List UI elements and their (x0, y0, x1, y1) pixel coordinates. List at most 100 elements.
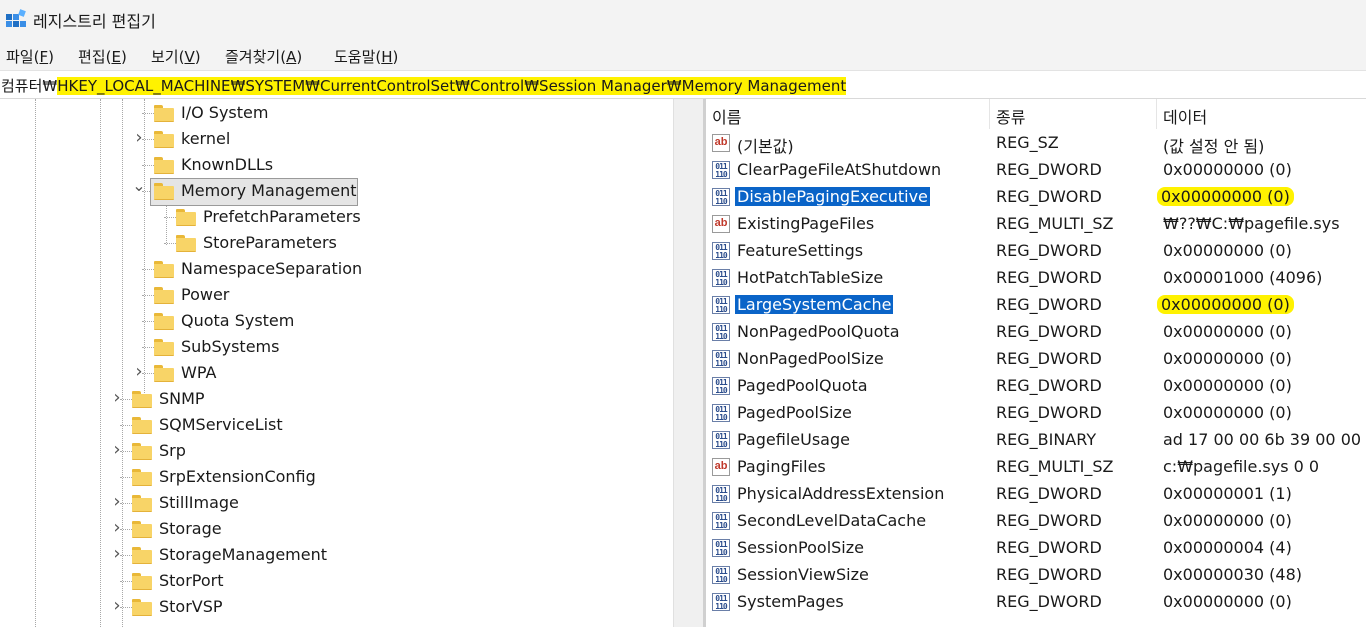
tree-item-label: SrpExtensionConfig (159, 467, 316, 486)
tree-item[interactable]: › WPA (135, 361, 454, 387)
tree-item[interactable]: I/O System (142, 101, 454, 127)
value-type: REG_MULTI_SZ (996, 457, 1114, 476)
folder-icon (154, 183, 174, 200)
menu-help[interactable]: 도움말(H) (334, 46, 398, 67)
column-header-data[interactable]: 데이터 (1157, 99, 1366, 129)
folder-icon (132, 547, 152, 564)
collapse-chevron-icon[interactable]: ⌄ (132, 176, 146, 195)
value-data-text: c:₩pagefile.sys 0 0 (1163, 457, 1320, 476)
value-type: REG_DWORD (996, 484, 1102, 503)
string-value-icon: ab (712, 458, 730, 476)
value-data: 0x00000030 (48) (1163, 565, 1302, 584)
tree-item[interactable]: PrefetchParameters (164, 205, 476, 231)
value-name: ClearPageFileAtShutdown (737, 160, 942, 179)
tree-item[interactable]: › StillImage (113, 491, 432, 517)
registry-value-row[interactable]: 011 110 PagedPoolQuota REG_DWORD 0x00000000 … (706, 373, 1366, 400)
menu-favorites[interactable]: 즐겨찾기(A) (225, 46, 302, 67)
tree-item[interactable]: SrpExtensionConfig (120, 465, 432, 491)
address-bar[interactable]: 컴퓨터₩HKEY_LOCAL_MACHINE₩SYSTEM₩CurrentCon… (0, 71, 1366, 99)
value-name: NonPagedPoolSize (737, 349, 884, 368)
registry-value-row[interactable]: ab (기본값) REG_SZ (값 설정 안 됨) (706, 130, 1366, 157)
tree-item[interactable]: › Srp (113, 439, 432, 465)
registry-value-row[interactable]: 011 110 SessionViewSize REG_DWORD 0x00000030… (706, 562, 1366, 589)
value-name: PhysicalAddressExtension (737, 484, 945, 503)
expand-chevron-icon[interactable]: › (110, 595, 124, 616)
folder-icon (132, 391, 152, 408)
expand-chevron-icon[interactable]: › (110, 517, 124, 538)
value-data: c:₩pagefile.sys 0 0 (1163, 457, 1319, 476)
expand-chevron-icon[interactable]: › (110, 543, 124, 564)
value-type: REG_DWORD (996, 322, 1102, 341)
value-data-text: ₩??₩C:₩pagefile.sys (1163, 214, 1340, 233)
value-type: REG_DWORD (996, 511, 1102, 530)
registry-value-row[interactable]: 011 110 HotPatchTableSize REG_DWORD 0x000010… (706, 265, 1366, 292)
menu-view[interactable]: 보기(V) (151, 46, 201, 67)
tree-scrollbar[interactable] (673, 99, 704, 627)
tree-item[interactable]: SQMServiceList (120, 413, 432, 439)
registry-value-row[interactable]: 011 110 SessionPoolSize REG_DWORD 0x00000004… (706, 535, 1366, 562)
value-data: (값 설정 안 됨) (1163, 133, 1264, 157)
tree-item-label: KnownDLLs (181, 155, 274, 174)
tree-item-label: SQMServiceList (159, 415, 283, 434)
registry-value-row[interactable]: ab ExistingPageFiles REG_MULTI_SZ ₩??₩C:₩pa… (706, 211, 1366, 238)
dword-value-icon: 011 110 (712, 296, 730, 314)
expand-chevron-icon[interactable]: › (110, 387, 124, 408)
folder-icon (132, 495, 152, 512)
value-data: ₩??₩C:₩pagefile.sys (1163, 214, 1340, 233)
registry-value-row[interactable]: 011 110 DisablePagingExecutive REG_DWORD 0x0… (706, 184, 1366, 211)
string-value-icon: ab (712, 215, 730, 233)
value-data: 0x00000000 (0) (1163, 160, 1292, 179)
expand-chevron-icon[interactable]: › (132, 127, 146, 148)
address-path[interactable]: 컴퓨터₩HKEY_LOCAL_MACHINE₩SYSTEM₩CurrentCon… (1, 75, 847, 96)
value-data-text: 0x00000000 (0) (1163, 592, 1292, 611)
value-name: LargeSystemCache (733, 294, 895, 315)
tree-item[interactable]: › Storage (113, 517, 432, 543)
registry-value-row[interactable]: 011 110 SecondLevelDataCache REG_DWORD 0x000… (706, 508, 1366, 535)
expand-chevron-icon[interactable]: › (110, 439, 124, 460)
registry-value-row[interactable]: 011 110 NonPagedPoolSize REG_DWORD 0x0000000… (706, 346, 1366, 373)
menu-file[interactable]: 파일(F) (6, 46, 54, 67)
tree-item[interactable]: StorPort (120, 569, 432, 595)
menu-edit[interactable]: 편집(E) (78, 46, 127, 67)
value-name: SecondLevelDataCache (737, 511, 927, 530)
registry-value-row[interactable]: 011 110 NonPagedPoolQuota REG_DWORD 0x000000… (706, 319, 1366, 346)
tree-item-label: Memory Management (181, 181, 357, 200)
tree-item[interactable]: KnownDLLs (142, 153, 454, 179)
expand-chevron-icon[interactable]: › (132, 361, 146, 382)
dword-value-icon: 011 110 (712, 377, 730, 395)
tree-item[interactable]: › StorageManagement (113, 543, 432, 569)
dword-value-icon: 011 110 (712, 269, 730, 287)
tree-item[interactable]: › kernel (135, 127, 454, 153)
folder-icon (154, 157, 174, 174)
column-header-type[interactable]: 종류 (990, 99, 1157, 129)
value-data: 0x00000000 (0) (1157, 187, 1294, 206)
column-header-name[interactable]: 이름 (706, 99, 990, 129)
registry-value-row[interactable]: 011 110 ClearPageFileAtShutdown REG_DWORD 0x… (706, 157, 1366, 184)
values-list-pane[interactable]: 이름 종류 데이터 ab (기본값) REG_SZ (값 설정 안 됨) 011 110 C… (706, 99, 1366, 627)
value-data-text: 0x00000000 (0) (1163, 511, 1292, 530)
tree-item[interactable]: Quota System (142, 309, 454, 335)
registry-value-row[interactable]: ab PagingFiles REG_MULTI_SZ c:₩pagefile.sys… (706, 454, 1366, 481)
tree-item[interactable]: › SNMP (113, 387, 432, 413)
value-data-text: 0x00000001 (1) (1163, 484, 1292, 503)
registry-value-row[interactable]: 011 110 FeatureSettings REG_DWORD 0x00000000… (706, 238, 1366, 265)
registry-value-row[interactable]: 011 110 PagefileUsage REG_BINARY ad 17 00 00… (706, 427, 1366, 454)
value-data-text: (값 설정 안 됨) (1163, 137, 1265, 156)
value-data-text: 0x00000000 (0) (1163, 376, 1292, 395)
folder-icon (154, 313, 174, 330)
tree-item[interactable]: Power (142, 283, 454, 309)
value-data: 0x00000000 (0) (1163, 511, 1292, 530)
value-data: 0x00000004 (4) (1163, 538, 1292, 557)
tree-item[interactable]: NamespaceSeparation (142, 257, 454, 283)
tree-item[interactable]: ⌄ Memory Management (132, 176, 454, 206)
registry-value-row[interactable]: 011 110 LargeSystemCache REG_DWORD 0x0000000… (706, 292, 1366, 319)
tree-item[interactable]: › StorVSP (113, 595, 432, 621)
tree-item[interactable]: StoreParameters (164, 231, 476, 257)
expand-chevron-icon[interactable]: › (110, 491, 124, 512)
value-data-text: 0x00000000 (0) (1157, 187, 1294, 206)
value-data-text: ad 17 00 00 6b 39 00 00 5 (1163, 430, 1366, 449)
registry-value-row[interactable]: 011 110 SystemPages REG_DWORD 0x00000000 (0) (706, 589, 1366, 616)
tree-item[interactable]: SubSystems (142, 335, 454, 361)
registry-value-row[interactable]: 011 110 PhysicalAddressExtension REG_DWORD 0… (706, 481, 1366, 508)
registry-value-row[interactable]: 011 110 PagedPoolSize REG_DWORD 0x00000000 (… (706, 400, 1366, 427)
